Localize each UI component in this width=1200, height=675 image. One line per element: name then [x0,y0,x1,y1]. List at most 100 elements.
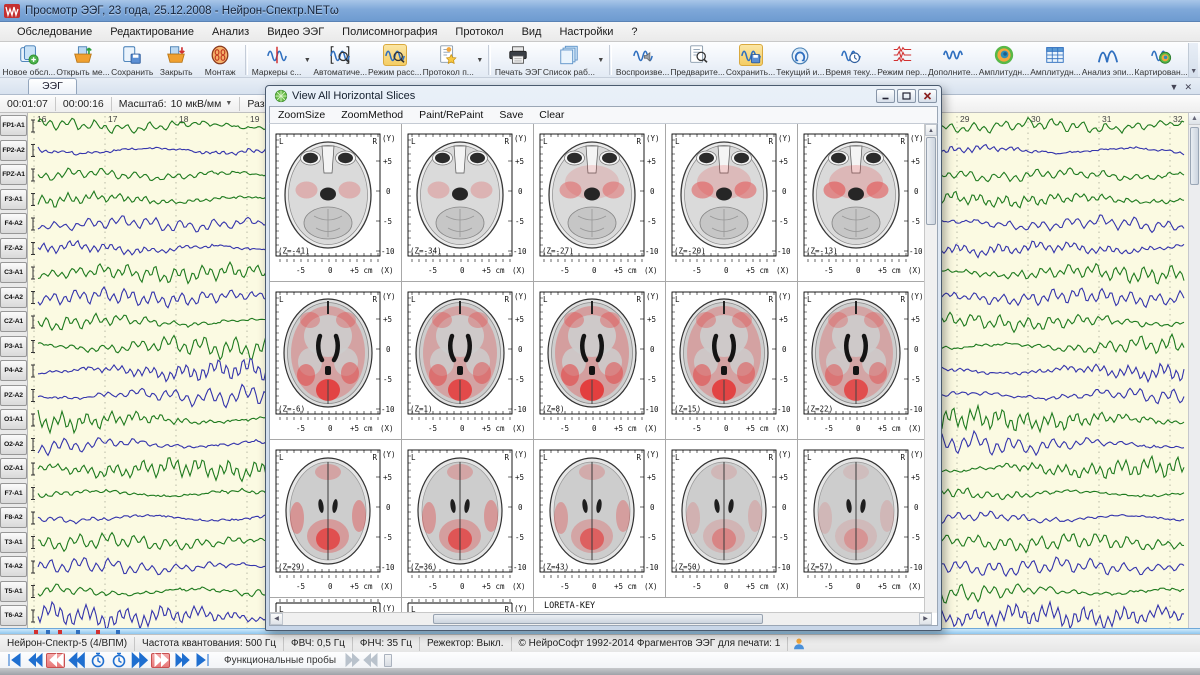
playback-rew-double-button[interactable] [25,653,44,668]
slices-menu-zoommethod[interactable]: ZoomMethod [333,108,411,122]
toolbar-overflow-button[interactable]: ▼ [1188,43,1198,77]
channel-button-PZ-A2[interactable]: PZ-A2 [0,385,27,406]
toolbar-button-8[interactable]: Протокол п... [422,43,474,77]
channel-button-FP2-A2[interactable]: FP2-A2 [0,140,27,161]
brain-slice--13[interactable]: LR(Y)+50-5-10(Z=-13)-50+5 cm(X) [798,124,930,282]
brain-slice-43[interactable]: LR(Y)+50-5-10(Z=43)-50+5 cm(X) [534,440,666,598]
slices-menu-clear[interactable]: Clear [531,108,572,122]
menu-item-7[interactable]: Настройки [550,24,622,40]
slices-horizontal-scrollbar[interactable]: ◀ ▶ [270,612,932,625]
playback-stopwatch-button[interactable] [109,653,128,668]
playback-ffw-double-button[interactable] [130,653,149,668]
brain-slice-57[interactable]: LR(Y)+50-5-10(Z=57)-50+5 cm(X) [798,440,930,598]
slices-vertical-scrollbar[interactable]: ▲ [924,124,937,613]
playback-rew-double-button[interactable] [67,653,86,668]
functional-test-nav-button[interactable] [362,654,378,667]
menu-item-3[interactable]: Видео ЭЭГ [258,24,333,40]
toolbar-dropdown-8[interactable]: ▼ [474,43,485,77]
toolbar-button-16[interactable]: Режим пер... [877,43,928,77]
slices-menu-paintrepaint[interactable]: Paint/RePaint [411,108,491,122]
toolbar-button-3[interactable]: Закрыть [154,43,198,77]
title-bar[interactable]: Просмотр ЭЭГ, 23 года, 25.12.2008 - Нейр… [0,0,1200,22]
scale-select[interactable]: Масштаб:10 мкВ/мм ▼ [112,97,241,111]
menu-item-2[interactable]: Анализ [203,24,258,40]
channel-button-O2-A2[interactable]: O2-A2 [0,434,27,455]
toolbar-button-11[interactable]: Воспроизве... [615,43,670,77]
scroll-left-icon[interactable]: ◀ [270,613,283,625]
scroll-thumb[interactable] [1190,127,1199,185]
tab-eeg[interactable]: ЭЭГ [28,78,77,94]
functional-test-nav-button[interactable] [344,654,360,667]
slices-window[interactable]: View All Horizontal Slices ZoomSizeZoomM… [265,85,942,631]
playbar-thumb[interactable] [384,654,392,667]
brain-slice-22[interactable]: LR(Y)+50-5-10(Z=22)-50+5 cm(X) [798,282,930,440]
toolbar-button-21[interactable]: Картирован... [1134,43,1188,77]
toolbar-button-12[interactable]: Предварите... [670,43,725,77]
toolbar-button-15[interactable]: Время теку... [825,43,877,77]
channel-button-P4-A2[interactable]: P4-A2 [0,360,27,381]
toolbar-button-1[interactable]: Открыть ме... [56,43,110,77]
menu-item-6[interactable]: Вид [513,24,551,40]
scroll-up-icon[interactable]: ▲ [925,124,937,136]
channel-button-P3-A1[interactable]: P3-A1 [0,336,27,357]
user-icon[interactable] [792,637,806,651]
brain-slice--34[interactable]: LR(Y)+50-5-10(Z=-34)-50+5 cm(X) [402,124,534,282]
toolbar-button-17[interactable]: Дополните... [927,43,978,77]
menu-item-1[interactable]: Редактирование [101,24,203,40]
channel-button-F4-A2[interactable]: F4-A2 [0,213,27,234]
channel-button-T3-A1[interactable]: T3-A1 [0,532,27,553]
channel-button-O1-A1[interactable]: O1-A1 [0,409,27,430]
channel-button-T6-A2[interactable]: T6-A2 [0,605,27,626]
eeg-vertical-scrollbar[interactable]: ▲ [1188,113,1200,628]
brain-slice--41[interactable]: LR(Y)+50-5-10(Z=-41)-50+5 cm(X) [270,124,402,282]
minimize-button[interactable] [876,89,895,103]
channel-button-FP1-A1[interactable]: FP1-A1 [0,115,27,136]
toolbar-button-13[interactable]: Сохранить... [725,43,775,77]
toolbar-button-10[interactable]: Список раб... [542,43,595,77]
channel-button-T5-A1[interactable]: T5-A1 [0,581,27,602]
menu-item-0[interactable]: Обследование [8,24,101,40]
maximize-button[interactable] [897,89,916,103]
brain-slice-15[interactable]: LR(Y)+50-5-10(Z=15)-50+5 cm(X) [666,282,798,440]
channel-button-F7-A1[interactable]: F7-A1 [0,483,27,504]
toolbar-button-18[interactable]: Амплитудн... [978,43,1030,77]
channel-button-T4-A2[interactable]: T4-A2 [0,556,27,577]
channel-button-CZ-A1[interactable]: CZ-A1 [0,311,27,332]
channel-button-C3-A1[interactable]: C3-A1 [0,262,27,283]
brain-slice--20[interactable]: LR(Y)+50-5-10(Z=-20)-50+5 cm(X) [666,124,798,282]
brain-slice-1[interactable]: LR(Y)+50-5-10(Z=1)-50+5 cm(X) [402,282,534,440]
channel-button-C4-A2[interactable]: C4-A2 [0,287,27,308]
close-panel-icon[interactable]: ✕ [1184,82,1192,92]
slices-menu-save[interactable]: Save [491,108,531,122]
channel-button-FPZ-A1[interactable]: FPZ-A1 [0,164,27,185]
brain-slice--27[interactable]: LR(Y)+50-5-10(Z=-27)-50+5 cm(X) [534,124,666,282]
menu-item-8[interactable]: ? [622,24,646,40]
brain-slice-36[interactable]: LR(Y)+50-5-10(Z=36)-50+5 cm(X) [402,440,534,598]
menu-item-4[interactable]: Полисомнография [333,24,446,40]
toolbar-button-4[interactable]: Монтаж [198,43,242,77]
toolbar-button-9[interactable]: Печать ЭЭГ [494,43,542,77]
playback-ffw-double-button[interactable] [151,653,170,668]
toolbar-button-5[interactable]: Маркеры с... [251,43,302,77]
toolbar-button-2[interactable]: Сохранить [110,43,154,77]
channel-button-F8-A2[interactable]: F8-A2 [0,507,27,528]
scroll-right-icon[interactable]: ▶ [919,613,932,625]
scroll-thumb[interactable] [926,137,936,225]
toolbar-dropdown-5[interactable]: ▼ [302,43,313,77]
channel-button-F3-A1[interactable]: F3-A1 [0,189,27,210]
brain-slice-50[interactable]: LR(Y)+50-5-10(Z=50)-50+5 cm(X) [666,440,798,598]
playback-rew-double-button[interactable] [46,653,65,668]
toolbar-button-0[interactable]: Новое обсл... [2,43,56,77]
toolbar-button-14[interactable]: Текущий и... [776,43,825,77]
playback-skip-start-button[interactable] [4,653,23,668]
brain-slice-29[interactable]: LR(Y)+50-5-10(Z=29)-50+5 cm(X) [270,440,402,598]
close-button[interactable] [918,89,937,103]
channel-button-OZ-A1[interactable]: OZ-A1 [0,458,27,479]
playback-ffw-double-button[interactable] [172,653,191,668]
playback-skip-end-button[interactable] [193,653,212,668]
toolbar-dropdown-10[interactable]: ▼ [595,43,606,77]
toolbar-button-20[interactable]: Анализ эпи... [1081,43,1134,77]
menu-item-5[interactable]: Протокол [446,24,512,40]
pin-panel-icon[interactable]: ▼ [1170,82,1179,92]
slices-window-titlebar[interactable]: View All Horizontal Slices [266,86,941,106]
